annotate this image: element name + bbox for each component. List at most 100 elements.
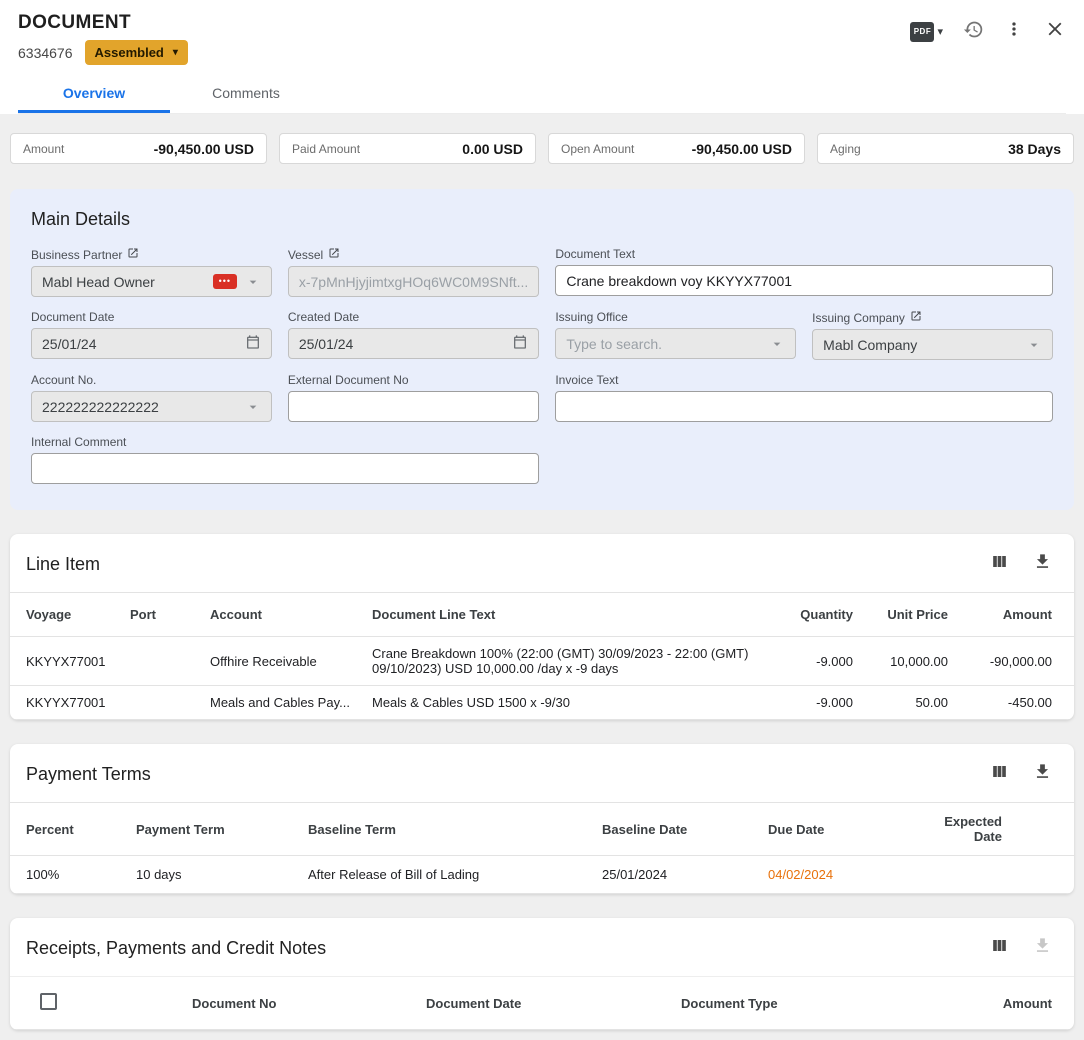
tab-comments[interactable]: Comments <box>170 74 322 113</box>
cell-quantity: -9.000 <box>766 637 861 686</box>
summary-label: Amount <box>23 142 64 156</box>
status-badge[interactable]: Assembled ▾ <box>85 40 188 65</box>
summary-label: Paid Amount <box>292 142 360 156</box>
issuing-company-select[interactable]: Mabl Company <box>812 329 1053 360</box>
internal-comment-label: Internal Comment <box>31 435 126 449</box>
cell-amount: -450.00 <box>956 686 1074 720</box>
internal-comment-input[interactable] <box>31 453 539 484</box>
external-link-icon[interactable] <box>910 310 922 325</box>
field-created-date: Created Date 25/01/24 <box>288 310 540 360</box>
field-account-no: Account No. 222222222222222 <box>31 373 272 422</box>
chevron-down-icon <box>769 336 785 352</box>
issuing-company-value: Mabl Company <box>823 337 1018 353</box>
summary-label: Aging <box>830 142 861 156</box>
cell-due-date: 04/02/2024 <box>760 856 920 894</box>
receipts-table: Document No Document Date Document Type … <box>10 976 1074 1030</box>
download-button[interactable] <box>1033 552 1052 576</box>
account-no-value: 222222222222222 <box>42 399 237 415</box>
document-number: 6334676 <box>18 45 73 61</box>
field-document-text: Document Text <box>555 247 1053 297</box>
close-icon <box>1044 18 1066 45</box>
column-settings-button[interactable] <box>990 936 1009 960</box>
col-header-account: Account <box>202 593 364 637</box>
business-partner-select[interactable]: Mabl Head Owner ••• <box>31 266 272 297</box>
chevron-down-icon <box>245 274 261 290</box>
calendar-icon[interactable] <box>245 334 261 353</box>
summary-value: 0.00 USD <box>462 141 523 157</box>
col-header-percent: Percent <box>10 803 128 856</box>
document-text-input[interactable] <box>555 265 1053 296</box>
vessel-label: Vessel <box>288 248 323 262</box>
cell-percent: 100% <box>10 856 128 894</box>
pdf-export-button[interactable]: PDF ▾ <box>910 22 943 42</box>
select-all-checkbox[interactable] <box>40 993 57 1010</box>
business-partner-value: Mabl Head Owner <box>42 274 205 290</box>
account-no-select[interactable]: 222222222222222 <box>31 391 272 422</box>
summary-card-aging: Aging 38 Days <box>817 133 1074 164</box>
cell-account: Offhire Receivable <box>202 637 364 686</box>
columns-icon <box>990 936 1009 960</box>
columns-icon <box>990 762 1009 786</box>
document-date-field[interactable]: 25/01/24 <box>31 328 272 359</box>
summary-row: Amount -90,450.00 USD Paid Amount 0.00 U… <box>10 133 1074 164</box>
pdf-icon: PDF <box>910 22 934 42</box>
cell-unit-price: 10,000.00 <box>861 637 956 686</box>
summary-label: Open Amount <box>561 142 634 156</box>
section-title: Line Item <box>26 554 100 575</box>
col-header-voyage: Voyage <box>10 593 122 637</box>
issuing-office-label: Issuing Office <box>555 310 627 324</box>
main-details-section: Main Details Business Partner Mabl Head … <box>10 189 1074 510</box>
table-header-row: Voyage Port Account Document Line Text Q… <box>10 593 1074 637</box>
section-title: Main Details <box>31 209 1053 230</box>
cell-baseline-term: After Release of Bill of Lading <box>300 856 594 894</box>
col-header-quantity: Quantity <box>766 593 861 637</box>
external-document-no-input[interactable] <box>288 391 540 422</box>
account-no-label: Account No. <box>31 373 96 387</box>
field-issuing-company: Issuing Company Mabl Company <box>812 310 1053 360</box>
issuing-office-placeholder: Type to search. <box>566 336 761 352</box>
summary-card-open-amount: Open Amount -90,450.00 USD <box>548 133 805 164</box>
field-business-partner: Business Partner Mabl Head Owner ••• <box>31 247 272 297</box>
topbar: DOCUMENT 6334676 Assembled ▾ PDF ▾ <box>0 0 1084 114</box>
table-row[interactable]: KKYYX77001 Offhire Receivable Crane Brea… <box>10 637 1074 686</box>
col-header-payment-term: Payment Term <box>128 803 300 856</box>
cell-port <box>122 637 202 686</box>
vessel-field[interactable]: x-7pMnHjyjimtxgHOq6WC0M9SNft... <box>288 266 540 297</box>
main-content: Amount -90,450.00 USD Paid Amount 0.00 U… <box>0 114 1084 1040</box>
tab-overview[interactable]: Overview <box>18 74 170 113</box>
external-link-icon[interactable] <box>127 247 139 262</box>
external-link-icon[interactable] <box>328 247 340 262</box>
document-date-value: 25/01/24 <box>42 336 237 352</box>
page-title: DOCUMENT <box>18 12 188 34</box>
col-header-document-no: Document No <box>184 977 418 1030</box>
summary-value: -90,450.00 USD <box>692 141 792 157</box>
cell-account: Meals and Cables Pay... <box>202 686 364 720</box>
cell-quantity: -9.000 <box>766 686 861 720</box>
invoice-text-input[interactable] <box>555 391 1053 422</box>
col-header-amount: Amount <box>956 593 1074 637</box>
table-header-row: Document No Document Date Document Type … <box>10 977 1074 1030</box>
table-row[interactable]: KKYYX77001 Meals and Cables Pay... Meals… <box>10 686 1074 720</box>
more-menu-button[interactable] <box>1004 19 1024 44</box>
chevron-down-icon <box>1026 337 1042 353</box>
table-row[interactable]: 100% 10 days After Release of Bill of La… <box>10 856 1074 894</box>
summary-value: -90,450.00 USD <box>154 141 254 157</box>
field-external-document-no: External Document No <box>288 373 540 422</box>
history-button[interactable] <box>963 19 984 45</box>
download-icon <box>1033 762 1052 786</box>
external-document-no-label: External Document No <box>288 373 409 387</box>
issuing-office-select[interactable]: Type to search. <box>555 328 796 359</box>
download-icon <box>1033 936 1052 960</box>
partner-alert-chip[interactable]: ••• <box>213 274 237 289</box>
line-item-table: Voyage Port Account Document Line Text Q… <box>10 592 1074 720</box>
close-button[interactable] <box>1044 18 1066 45</box>
col-header-port: Port <box>122 593 202 637</box>
download-button[interactable] <box>1033 762 1052 786</box>
issuing-company-label: Issuing Company <box>812 311 905 325</box>
status-badge-label: Assembled <box>95 45 164 60</box>
created-date-field[interactable]: 25/01/24 <box>288 328 540 359</box>
calendar-icon[interactable] <box>512 334 528 353</box>
column-settings-button[interactable] <box>990 552 1009 576</box>
summary-value: 38 Days <box>1008 141 1061 157</box>
column-settings-button[interactable] <box>990 762 1009 786</box>
